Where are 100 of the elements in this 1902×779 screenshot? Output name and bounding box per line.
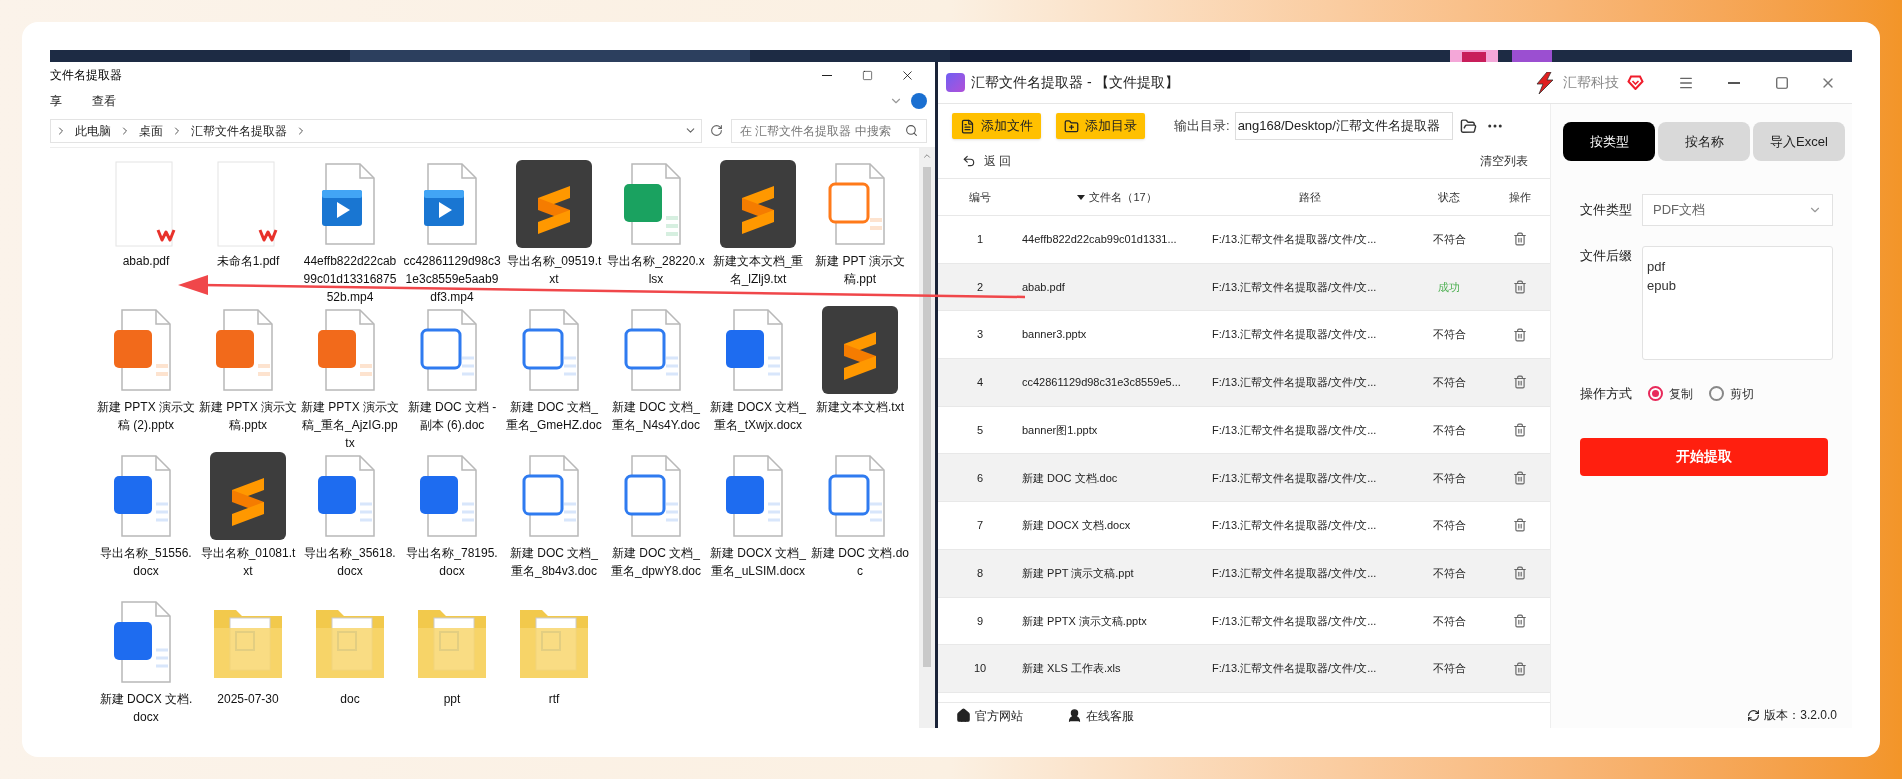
column-header: 编号 <box>969 189 991 205</box>
operation-radio[interactable]: 复制 <box>1648 384 1693 403</box>
file-name: 新建 DOC 文档_重名_dpwY8.doc <box>609 545 702 580</box>
delete-icon[interactable] <box>1513 423 1527 438</box>
file-item[interactable]: 新建 DOC 文档_重名_dpwY8.doc <box>605 452 707 580</box>
file-item[interactable]: rtf <box>503 598 605 708</box>
file-item[interactable]: 导出名称_28220.xlsx <box>605 160 707 288</box>
delete-icon[interactable] <box>1513 232 1527 247</box>
file-item[interactable]: abab.pdf <box>95 160 197 270</box>
file-item[interactable]: 新建 DOC 文档 - 副本 (6).doc <box>401 306 503 434</box>
table-row[interactable]: 10 新建 XLS 工作表.xls F:/13.汇帮文件名提取器/文件/文... 不符合 <box>938 645 1550 693</box>
row-number: 7 <box>976 518 984 534</box>
file-item[interactable]: 2025-07-30 <box>197 598 299 708</box>
file-name: 新建 DOC 文档 - 副本 (6).doc <box>406 399 498 434</box>
file-name: 新建 DOC 文档.doc <box>811 545 909 580</box>
folder-plus-icon <box>1064 118 1079 134</box>
help-icon[interactable] <box>911 93 927 109</box>
text-file-icon <box>514 160 594 248</box>
file-item[interactable]: cc42861129d98c31e3c8559e5aab9df3.mp4 <box>401 160 503 306</box>
breadcrumb-item[interactable]: 此电脑 <box>75 121 111 140</box>
support-link[interactable]: 在线客服 <box>1067 706 1134 725</box>
mode-tab[interactable]: 按类型 <box>1563 122 1655 161</box>
file-item[interactable]: doc <box>299 598 401 708</box>
delete-icon[interactable] <box>1513 661 1527 676</box>
column-header: 路径 <box>1299 189 1321 205</box>
file-item[interactable]: 导出名称_09519.txt <box>503 160 605 288</box>
status-cell-text: 不符合 <box>1432 422 1466 438</box>
row-number: 5 <box>976 422 984 438</box>
file-item[interactable]: 新建文本文档_重名_lZlj9.txt <box>707 160 809 288</box>
address-bar[interactable]: 此电脑 桌面 汇帮文件名提取器 <box>50 118 702 143</box>
brand-logo-icon <box>1535 71 1555 94</box>
file-item[interactable]: 导出名称_51556.docx <box>95 452 197 580</box>
delete-icon[interactable] <box>1513 280 1527 295</box>
breadcrumb-item[interactable]: 汇帮文件名提取器 <box>191 121 287 140</box>
column-header[interactable]: 文件名（17） <box>1089 188 1157 206</box>
file-item[interactable]: 新建 DOC 文档.doc <box>809 452 911 580</box>
file-item[interactable]: 新建 DOCX 文档_重名_tXwjx.docx <box>707 306 809 434</box>
file-item[interactable]: 44effb822d22cab99c01d1331687552b.mp4 <box>299 160 401 306</box>
home-icon <box>956 708 971 723</box>
file-item[interactable]: 新建 DOCX 文档_重名_uLSIM.docx <box>707 452 809 580</box>
table-row[interactable]: 6 新建 DOC 文档.doc F:/13.汇帮文件名提取器/文件/文... 不符合 <box>938 454 1550 503</box>
operation-radio[interactable]: 剪切 <box>1709 384 1754 403</box>
path-cell-text: F:/13.汇帮文件名提取器/文件/文... <box>1212 422 1377 438</box>
add-folder-button[interactable]: 添加目录 <box>1056 113 1145 139</box>
file-item[interactable]: 导出名称_78195.docx <box>401 452 503 580</box>
clear-list-button[interactable]: 清空列表 <box>1480 152 1528 170</box>
table-row[interactable]: 2 abab.pdf F:/13.汇帮文件名提取器/文件/文... 成功 <box>938 263 1550 312</box>
file-icon <box>960 118 975 134</box>
minimize-icon <box>1728 81 1740 84</box>
path-cell-text: F:/13.汇帮文件名提取器/文件/文... <box>1212 470 1377 486</box>
table-row[interactable]: 8 新建 PPT 演示文稿.ppt F:/13.汇帮文件名提取器/文件/文... 不符合 <box>938 549 1550 598</box>
mode-tab[interactable]: 按名称 <box>1658 122 1750 161</box>
text-file-icon <box>820 306 900 394</box>
delete-icon[interactable] <box>1513 566 1527 581</box>
file-item[interactable]: 新建 DOCX 文档.docx <box>95 598 197 726</box>
search-field[interactable]: 在 汇帮文件名提取器 中搜索 <box>731 118 927 143</box>
refresh-icon[interactable] <box>710 124 723 137</box>
row-number: 8 <box>976 565 984 581</box>
mode-tab[interactable]: 导入Excel <box>1753 122 1845 161</box>
path-cell-text: F:/13.汇帮文件名提取器/文件/文... <box>1212 518 1377 534</box>
ribbon-tab[interactable]: 查看 <box>92 92 116 110</box>
scrollbar[interactable] <box>919 148 935 728</box>
delete-icon[interactable] <box>1513 613 1527 628</box>
ribbon-tab[interactable]: 享 <box>50 92 62 110</box>
output-path-field[interactable]: ang168/Desktop/汇帮文件名提取器 <box>1234 112 1453 140</box>
folder-open-icon[interactable] <box>1459 117 1477 135</box>
website-link[interactable]: 官方网站 <box>956 706 1023 725</box>
file-item[interactable]: 新建 PPT 演示文稿.ppt <box>809 160 911 288</box>
table-row[interactable]: 4 cc42861129d98c31e3c8559e5... F:/13.汇帮文件名提取器/文件/文... 不符合 <box>938 359 1550 407</box>
file-type-select[interactable]: PDF文档 <box>1642 194 1833 226</box>
file-item[interactable]: 新建 DOC 文档_重名_8b4v3.doc <box>503 452 605 580</box>
file-item[interactable]: 新建 PPTX 演示文稿_重名_AjzIG.pptx <box>299 306 401 452</box>
file-item[interactable]: 新建 DOC 文档_重名_N4s4Y.doc <box>605 306 707 434</box>
back-button[interactable]: 返 回 <box>962 152 1012 170</box>
delete-icon[interactable] <box>1513 470 1527 485</box>
file-name: 导出名称_51556.docx <box>99 545 193 580</box>
file-item[interactable]: 新建 PPTX 演示文稿 (2).pptx <box>95 306 197 434</box>
refresh-icon <box>1747 708 1761 722</box>
file-item[interactable]: 导出名称_01081.txt <box>197 452 299 580</box>
sort-descending-icon[interactable] <box>1077 194 1086 200</box>
file-name-cell-text: banner3.pptx <box>1022 327 1087 343</box>
breadcrumb-item[interactable]: 桌面 <box>139 121 163 140</box>
start-button[interactable]: 开始提取 <box>1580 437 1828 476</box>
delete-icon[interactable] <box>1513 375 1527 390</box>
file-name: doc <box>339 691 361 708</box>
path-cell-text: F:/13.汇帮文件名提取器/文件/文... <box>1212 661 1377 677</box>
file-name: 新建 DOCX 文档.docx <box>98 691 194 726</box>
file-item[interactable]: 未命名1.pdf <box>197 160 299 270</box>
file-item[interactable]: 新建 DOC 文档_重名_GmeHZ.doc <box>503 306 605 434</box>
file-name-cell-text: 新建 DOCX 文档.docx <box>1022 518 1131 534</box>
add-file-button[interactable]: 添加文件 <box>952 113 1041 139</box>
delete-icon[interactable] <box>1513 518 1527 533</box>
file-item[interactable]: 新建 PPTX 演示文稿.pptx <box>197 306 299 434</box>
file-item[interactable]: 导出名称_35618.docx <box>299 452 401 580</box>
delete-icon[interactable] <box>1513 327 1527 342</box>
file-item[interactable]: ppt <box>401 598 503 708</box>
column-header: 状态 <box>1438 189 1460 205</box>
text-file-icon <box>718 160 798 248</box>
suffix-field[interactable]: pdf epub <box>1642 246 1833 360</box>
file-item[interactable]: 新建文本文档.txt <box>809 306 911 416</box>
